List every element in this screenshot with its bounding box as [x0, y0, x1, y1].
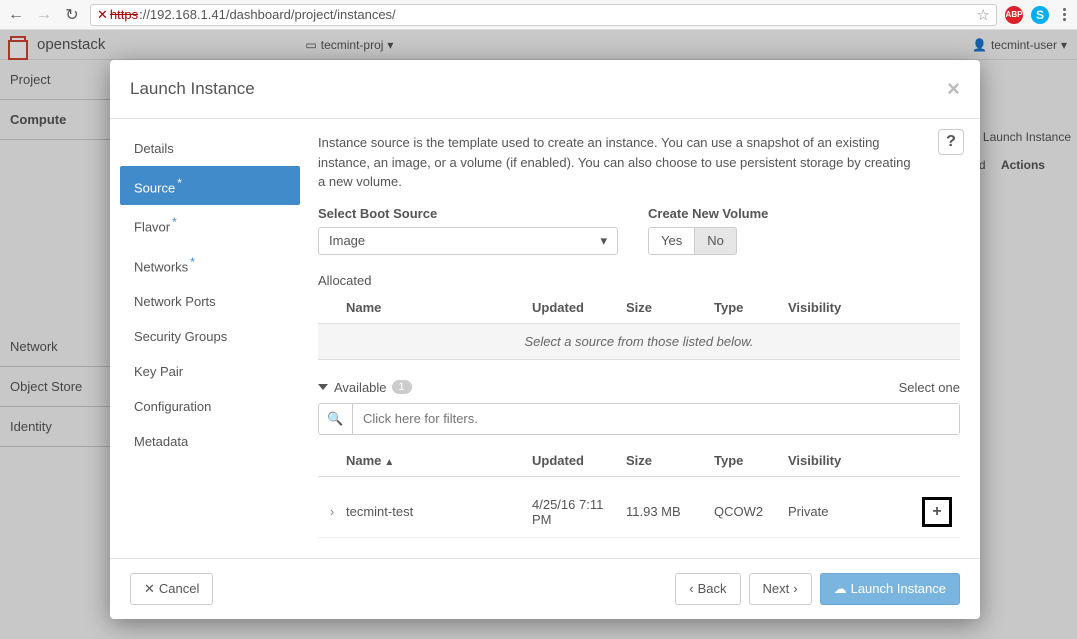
cloud-upload-icon: ☁: [834, 581, 847, 597]
close-icon: ✕: [144, 581, 155, 597]
url-scheme: https: [110, 7, 138, 22]
wizard-content: ? Instance source is the template used t…: [310, 119, 980, 558]
allocated-table-header: Name Updated Size Type Visibility: [318, 292, 960, 324]
available-label: Available: [334, 380, 387, 395]
browser-forward-button[interactable]: →: [34, 5, 54, 25]
modal-title: Launch Instance: [130, 79, 255, 99]
col-type[interactable]: Type: [714, 453, 788, 468]
back-button[interactable]: ‹ Back: [675, 573, 740, 605]
modal-close-button[interactable]: ×: [947, 76, 960, 102]
boot-source-select[interactable]: Image ▾: [318, 227, 618, 255]
step-details[interactable]: Details: [120, 131, 300, 166]
url-text: ://192.168.1.41/dashboard/project/instan…: [139, 7, 396, 22]
row-updated: 4/25/16 7:11 PM: [532, 497, 626, 527]
row-visibility: Private: [788, 504, 878, 519]
step-network-ports[interactable]: Network Ports: [120, 284, 300, 319]
col-size: Size: [626, 300, 714, 315]
col-visibility: Visibility: [788, 300, 878, 315]
modal-footer: ✕ Cancel ‹ Back Next › ☁ Launch Instance: [110, 558, 980, 619]
browser-toolbar: ← → ↻ ✕ https ://192.168.1.41/dashboard/…: [0, 0, 1077, 30]
sort-asc-icon: ▲: [384, 457, 394, 468]
source-description: Instance source is the template used to …: [318, 133, 960, 192]
step-source[interactable]: Source*: [120, 166, 300, 205]
row-type: QCOW2: [714, 504, 788, 519]
insecure-warning-icon: ✕: [97, 7, 108, 23]
allocated-label: Allocated: [318, 273, 960, 288]
next-button[interactable]: Next ›: [749, 573, 812, 605]
search-icon[interactable]: 🔍: [319, 404, 353, 434]
available-header: Available 1 Select one: [318, 380, 960, 395]
col-type: Type: [714, 300, 788, 315]
allocated-empty: Select a source from those listed below.: [318, 324, 960, 360]
row-expand-icon[interactable]: ›: [318, 504, 346, 519]
create-volume-yes[interactable]: Yes: [648, 227, 695, 255]
browser-back-button[interactable]: ←: [6, 5, 26, 25]
help-icon[interactable]: ?: [938, 129, 964, 155]
step-configuration[interactable]: Configuration: [120, 389, 300, 424]
col-name: Name: [346, 300, 532, 315]
step-networks[interactable]: Networks*: [120, 245, 300, 284]
step-metadata[interactable]: Metadata: [120, 424, 300, 459]
modal-header: Launch Instance ×: [110, 60, 980, 119]
col-updated[interactable]: Updated: [532, 453, 626, 468]
row-name: tecmint-test: [346, 504, 532, 519]
create-volume-toggle: Yes No: [648, 227, 768, 255]
adblock-icon[interactable]: ABP: [1005, 6, 1023, 24]
bookmark-star-icon[interactable]: ☆: [977, 6, 990, 24]
step-flavor[interactable]: Flavor*: [120, 205, 300, 244]
browser-reload-button[interactable]: ↻: [62, 5, 82, 25]
create-volume-no[interactable]: No: [694, 227, 737, 255]
create-volume-label: Create New Volume: [648, 206, 768, 221]
col-visibility[interactable]: Visibility: [788, 453, 878, 468]
chevron-down-icon: ▾: [600, 233, 607, 249]
wizard-steps: Details Source* Flavor* Networks* Networ…: [110, 119, 310, 558]
available-row: › tecmint-test 4/25/16 7:11 PM 11.93 MB …: [318, 487, 960, 538]
expand-caret-icon[interactable]: [318, 384, 328, 390]
launch-instance-modal: Launch Instance × Details Source* Flavor…: [110, 60, 980, 619]
filter-bar: 🔍: [318, 403, 960, 435]
browser-menu-icon[interactable]: [1057, 8, 1071, 21]
available-count-badge: 1: [392, 380, 412, 394]
col-name[interactable]: Name▲: [346, 453, 532, 468]
boot-source-value: Image: [329, 233, 365, 248]
boot-source-label: Select Boot Source: [318, 206, 618, 221]
row-size: 11.93 MB: [626, 504, 714, 519]
filter-input[interactable]: [353, 404, 959, 434]
create-volume-group: Create New Volume Yes No: [648, 206, 768, 255]
cancel-button[interactable]: ✕ Cancel: [130, 573, 213, 605]
select-one-hint: Select one: [899, 380, 960, 395]
step-security-groups[interactable]: Security Groups: [120, 319, 300, 354]
url-bar[interactable]: ✕ https ://192.168.1.41/dashboard/projec…: [90, 4, 997, 26]
skype-icon[interactable]: S: [1031, 6, 1049, 24]
available-table-header: Name▲ Updated Size Type Visibility: [318, 445, 960, 477]
col-updated: Updated: [532, 300, 626, 315]
launch-button[interactable]: ☁ Launch Instance: [820, 573, 960, 605]
step-key-pair[interactable]: Key Pair: [120, 354, 300, 389]
col-size[interactable]: Size: [626, 453, 714, 468]
boot-source-group: Select Boot Source Image ▾: [318, 206, 618, 255]
add-source-button[interactable]: +: [922, 497, 952, 527]
